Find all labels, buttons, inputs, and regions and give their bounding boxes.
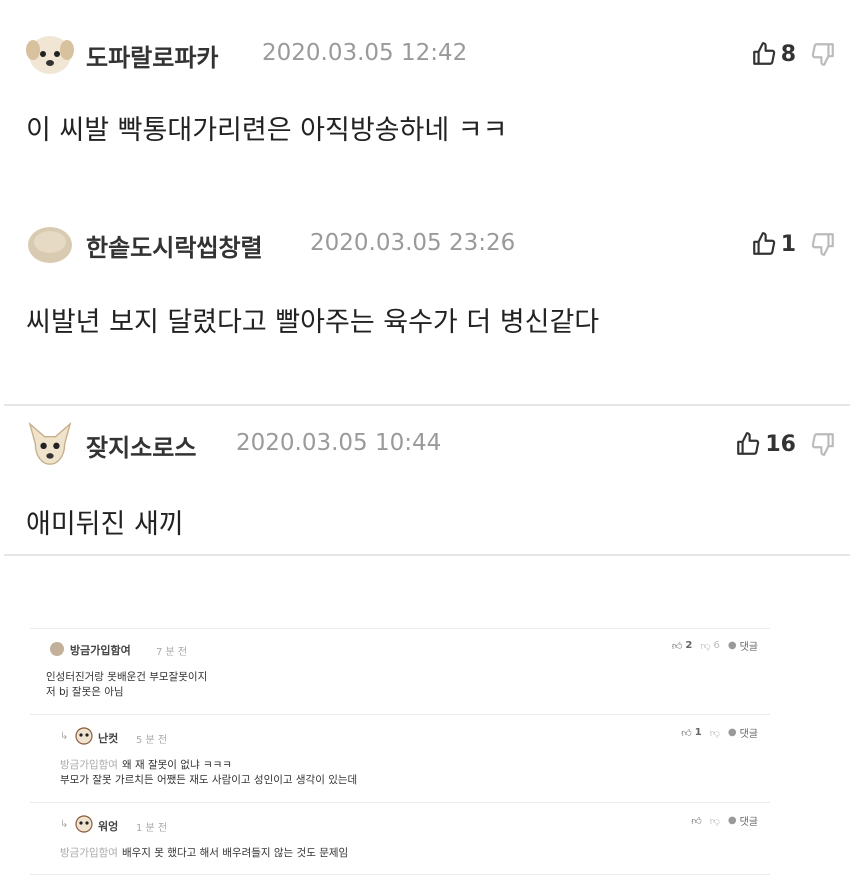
thumb-up-icon[interactable] (735, 431, 761, 457)
divider (4, 404, 850, 406)
rice-ball-avatar[interactable] (26, 222, 74, 266)
divider (30, 628, 770, 629)
comment-actions: 1 (751, 226, 836, 262)
thumb-up-icon[interactable] (751, 41, 777, 67)
mention[interactable]: 방금가입함여 (60, 759, 118, 771)
avatar (50, 642, 64, 656)
embedded-comment-thread: 방금가입함여 7 분 전 👍︎ 2 👎︎ 6 ● 댓글 인성터진거랑 못배운건 … (30, 628, 770, 878)
reply-line: 부모가 잘못 가르치든 어쨌든 재도 사람이고 성인이고 생각이 있는데 (60, 774, 358, 786)
reply-button[interactable]: 댓글 (740, 813, 758, 828)
reply-button[interactable]: 댓글 (740, 725, 758, 740)
reply-time: 7 분 전 (156, 647, 188, 658)
reply-line: 저 bj 잘못은 아님 (46, 686, 124, 698)
reply-line: 배우지 못 했다고 해서 배우려들지 않는 것도 문제임 (121, 847, 349, 859)
comment-header: 한솥도시락씹창렬 2020.03.05 23:26 1 (26, 222, 836, 266)
reply-actions: 👍︎ 1 👎︎ ● 댓글 (678, 725, 758, 740)
reply-text: 방금가입함여 왜 재 잘못이 없냐 ㅋㅋㅋ 부모가 잘못 가르치든 어쨌든 재도 … (60, 758, 357, 788)
comment-author[interactable]: 한솥도시락씹창렬 (86, 228, 263, 263)
reply-text: 방금가입함여 배우지 못 했다고 해서 배우려들지 않는 것도 문제임 (60, 846, 348, 861)
thumb-up-icon[interactable] (751, 231, 777, 257)
reply-line: 왜 재 잘못이 없냐 ㅋㅋㅋ (121, 759, 232, 771)
reply-actions: 👍︎ 👎︎ ● 댓글 (688, 813, 758, 828)
thumb-down-icon[interactable]: 👎︎ (710, 727, 720, 739)
dislike-count: 6 (713, 640, 720, 651)
thumb-down-icon[interactable] (810, 231, 836, 257)
reply-author[interactable]: 워엉 (98, 818, 118, 834)
comment-actions: 16 (735, 426, 836, 462)
reply-line: 인성터진거랑 못배운건 부모잘못이지 (46, 671, 208, 683)
comment-body: 씨발년 보지 달렸다고 빨아주는 육수가 더 병신같다 (26, 307, 600, 338)
chihuahua-avatar[interactable] (26, 422, 74, 466)
mention[interactable]: 방금가입함여 (60, 847, 118, 859)
speech-bubble-icon[interactable]: ● (728, 727, 737, 738)
thumb-down-icon[interactable] (810, 41, 836, 67)
divider (30, 802, 770, 803)
comment-header: 잦지소로스 2020.03.05 10:44 16 (26, 422, 836, 466)
reply-time: 1 분 전 (136, 823, 168, 834)
speech-bubble-icon[interactable]: ● (728, 815, 737, 826)
comment-actions: 8 (751, 36, 836, 72)
divider (4, 554, 850, 556)
comment-body: 이 씨발 빡통대가리련은 아직방송하네 ㅋㅋ (26, 115, 508, 146)
divider (30, 714, 770, 715)
comment-date: 2020.03.05 23:26 (310, 230, 516, 256)
thumb-down-icon[interactable] (810, 431, 836, 457)
like-count: 16 (765, 431, 796, 457)
like-count: 2 (685, 640, 693, 651)
thumb-down-icon[interactable]: 👎︎ (710, 815, 720, 827)
like-count: 8 (780, 41, 796, 67)
comment-author[interactable]: 도파랄로파카 (86, 38, 218, 73)
like-count: 1 (780, 231, 796, 257)
panda-avatar (75, 815, 93, 833)
puppy-avatar[interactable] (26, 32, 74, 76)
reply-author[interactable]: 방금가입함여 (70, 642, 131, 658)
comment-author[interactable]: 잦지소로스 (86, 428, 196, 463)
comment-body: 애미뒤진 새끼 (26, 509, 184, 540)
panda-avatar (75, 727, 93, 745)
thumb-up-icon[interactable]: 👍︎ (691, 815, 701, 827)
reply-arrow-icon: ↳ (60, 819, 69, 830)
like-count: 1 (694, 727, 702, 738)
speech-bubble-icon[interactable]: ● (728, 640, 737, 651)
reply-actions: 👍︎ 2 👎︎ 6 ● 댓글 (669, 638, 758, 653)
reply-button[interactable]: 댓글 (740, 638, 758, 653)
thumb-down-icon[interactable]: 👎︎ (700, 640, 710, 652)
reply-time: 5 분 전 (136, 735, 168, 746)
reply-arrow-icon: ↳ (60, 731, 69, 742)
thumb-up-icon[interactable]: 👍︎ (681, 727, 691, 739)
reply-text: 인성터진거랑 못배운건 부모잘못이지 저 bj 잘못은 아님 (46, 670, 207, 700)
comment-header: 도파랄로파카 2020.03.05 12:42 8 (26, 32, 836, 76)
comment-date: 2020.03.05 10:44 (236, 430, 442, 456)
reply-author[interactable]: 난컷 (98, 730, 118, 746)
divider (30, 874, 770, 875)
comment-date: 2020.03.05 12:42 (262, 40, 468, 66)
thumb-up-icon[interactable]: 👍︎ (672, 640, 682, 652)
